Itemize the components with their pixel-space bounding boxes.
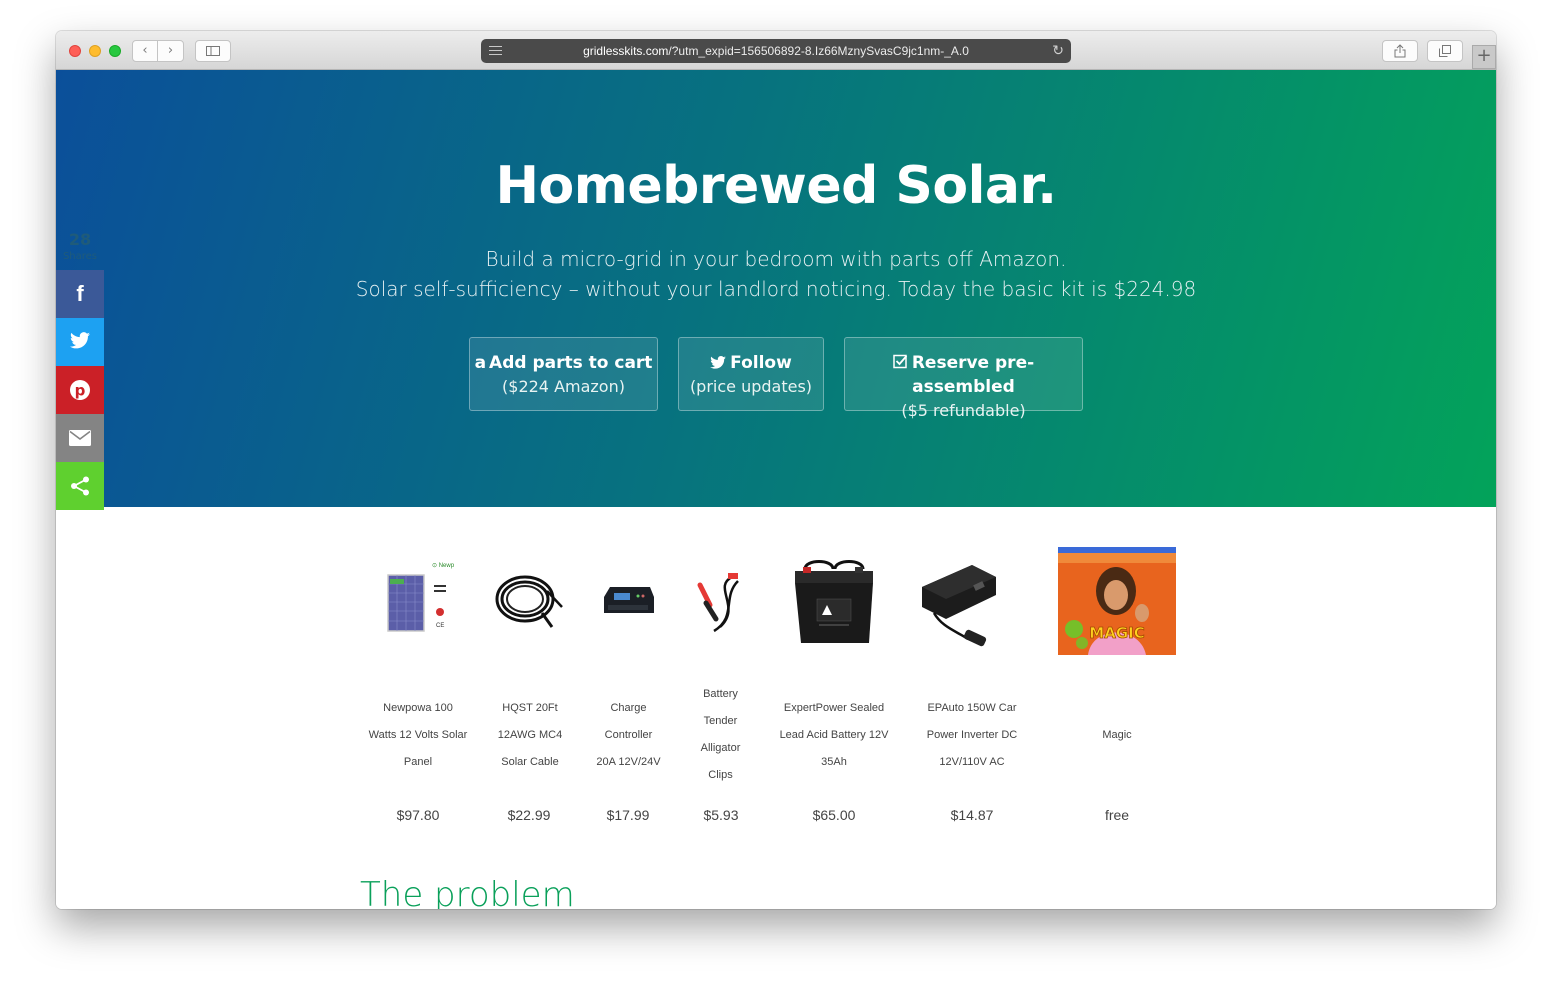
products-section: ⊙ Newpowa CE <box>56 507 1496 909</box>
add-parts-to-cart-button[interactable]: a Add parts to cart ($224 Amazon) <box>469 337 658 411</box>
share-count-label: Shares <box>62 251 98 262</box>
page-viewport: Homebrewed Solar. Build a micro-grid in … <box>56 70 1496 909</box>
product-price-3: $17.99 <box>606 807 650 823</box>
share-count-number: 28 <box>68 230 92 249</box>
pinterest-icon: p <box>70 380 90 400</box>
new-tab-button[interactable]: + <box>1472 45 1496 69</box>
product-name-2[interactable]: HQST 20Ft 12AWG MC4 Solar Cable <box>489 681 571 789</box>
add-parts-label: Add parts to cart <box>489 353 653 373</box>
alligator-clips-image[interactable] <box>692 547 749 657</box>
product-name-4[interactable]: Battery Tender Alligator Clips <box>689 681 752 789</box>
reserve-label: Reserve pre-assembled <box>911 353 1035 397</box>
minimize-window-button[interactable] <box>89 45 101 57</box>
hero-title: Homebrewed Solar. <box>495 156 1057 216</box>
hero-subtitle-line-1: Build a micro-grid in your bedroom with … <box>485 247 1067 271</box>
url-text: gridlesskits.com/?utm_expid=156506892-8.… <box>481 39 1071 63</box>
solar-panel-image[interactable]: ⊙ Newpowa CE <box>382 547 466 657</box>
reserve-sublabel: ($5 refundable) <box>901 401 1026 420</box>
twitter-icon <box>710 356 726 369</box>
inverter-image[interactable] <box>916 547 999 657</box>
svg-text:CE: CE <box>436 623 444 629</box>
magic-caption: MAGIC <box>1089 624 1144 642</box>
svg-text:p: p <box>75 382 86 400</box>
product-name-6[interactable]: EPAuto 150W Car Power Inverter DC 12V/11… <box>916 681 1028 789</box>
checkbox-icon <box>893 354 908 369</box>
follow-button[interactable]: Follow (price updates) <box>678 337 824 411</box>
product-name-3[interactable]: Charge Controller 20A 12V/24V <box>596 681 661 789</box>
browser-window: ‹ › gridlesskits.com/?utm_expid=15650689… <box>56 31 1496 909</box>
section-title: The problem <box>360 875 575 909</box>
sidebar-toggle-button[interactable] <box>195 40 231 62</box>
follow-sublabel: (price updates) <box>689 377 813 396</box>
share-page-button[interactable] <box>1382 40 1418 62</box>
solar-cable-image[interactable] <box>492 547 567 657</box>
reserve-pre-assembled-button[interactable]: Reserve pre-assembled ($5 refundable) <box>844 337 1083 420</box>
magic-gif-image[interactable]: MAGIC <box>1058 547 1176 655</box>
back-button[interactable]: ‹ <box>132 40 158 62</box>
plus-icon: + <box>1476 45 1492 66</box>
social-share-bar: 28 Shares f p <box>56 230 104 510</box>
chevron-right-icon: › <box>167 43 174 58</box>
product-price-5: $65.00 <box>812 807 856 823</box>
facebook-icon: f <box>76 281 84 306</box>
tabs-icon <box>1439 45 1451 57</box>
close-window-button[interactable] <box>69 45 81 57</box>
reload-icon[interactable]: ↻ <box>1052 41 1064 61</box>
generic-share-button[interactable] <box>56 462 104 510</box>
facebook-share-button[interactable]: f <box>56 270 104 318</box>
email-icon <box>69 430 91 446</box>
product-price-4: $5.93 <box>703 807 739 823</box>
product-name-7[interactable]: Magic <box>1066 681 1168 789</box>
add-parts-sublabel: ($224 Amazon) <box>502 377 625 396</box>
product-price-2: $22.99 <box>507 807 551 823</box>
forward-button[interactable]: › <box>157 40 184 62</box>
pinterest-share-button[interactable]: p <box>56 366 104 414</box>
product-name-5[interactable]: ExpertPower Sealed Lead Acid Battery 12V… <box>778 681 890 789</box>
share-count: 28 Shares <box>56 230 104 270</box>
product-price-1: $97.80 <box>396 807 440 823</box>
chevron-left-icon: ‹ <box>142 43 148 58</box>
url-path: /?utm_expid=156506892-8.Iz66MznySvasC9jc… <box>668 44 969 58</box>
sidebar-icon <box>206 46 220 56</box>
tabs-overview-button[interactable] <box>1427 40 1463 62</box>
hero-section: Homebrewed Solar. Build a micro-grid in … <box>56 70 1496 507</box>
product-price-6: $14.87 <box>950 807 994 823</box>
share-page-icon <box>1394 44 1406 58</box>
share-icon <box>71 476 89 496</box>
amazon-icon: a <box>474 353 487 373</box>
twitter-share-button[interactable] <box>56 318 104 366</box>
battery-image[interactable] <box>789 547 878 657</box>
url-host: gridlesskits.com <box>583 44 669 58</box>
zoom-window-button[interactable] <box>109 45 121 57</box>
product-price-7: free <box>1104 807 1130 823</box>
browser-toolbar: ‹ › gridlesskits.com/?utm_expid=15650689… <box>56 31 1496 70</box>
address-bar[interactable]: gridlesskits.com/?utm_expid=156506892-8.… <box>481 39 1071 63</box>
product-name-1[interactable]: Newpowa 100 Watts 12 Volts Solar Panel <box>368 681 468 789</box>
follow-label: Follow <box>730 353 792 373</box>
svg-text:⊙ Newpowa: ⊙ Newpowa <box>432 563 454 569</box>
hero-subtitle-line-2: Solar self-sufficiency – without your la… <box>355 277 1197 301</box>
email-share-button[interactable] <box>56 414 104 462</box>
charge-controller-image[interactable] <box>600 547 657 657</box>
twitter-icon <box>70 332 90 349</box>
